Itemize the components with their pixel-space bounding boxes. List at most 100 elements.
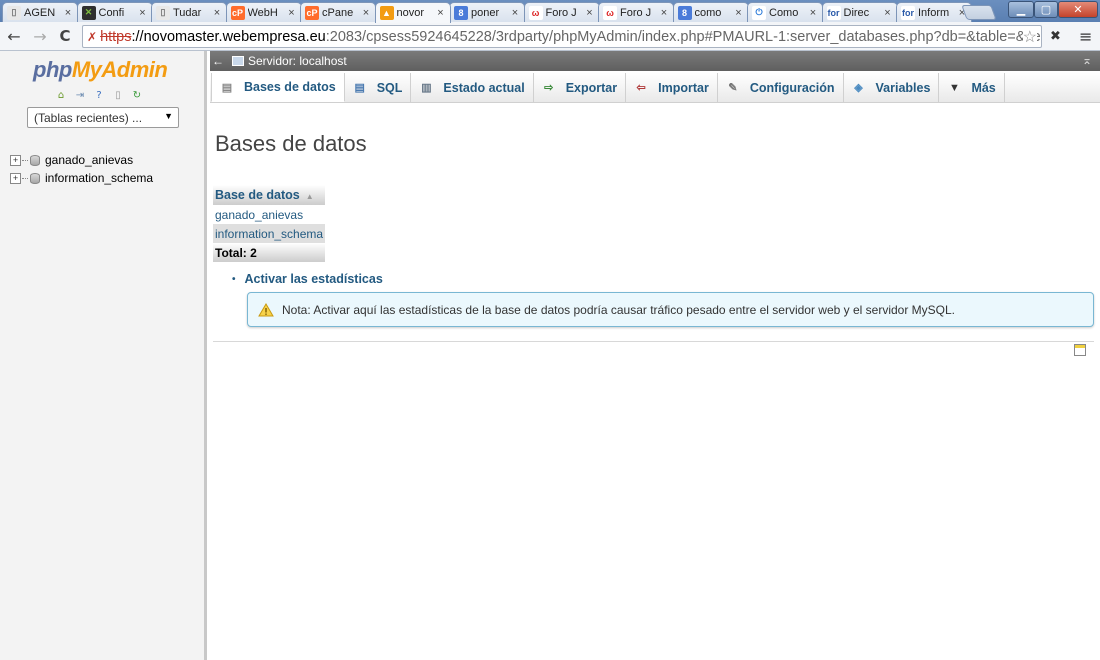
tab-label: Variables [875,80,931,95]
database-link[interactable]: information_schema [213,224,326,243]
divider [213,341,1094,342]
tab-label: Exportar [565,80,618,95]
tab-close-icon[interactable]: × [733,7,745,19]
new-tab-button[interactable] [961,5,997,20]
tab-close-icon[interactable]: × [658,7,670,19]
page-icon: ▯ [7,5,21,20]
notice-text: Nota: Activar aquí las estadísticas de l… [282,302,956,317]
exit-icon[interactable]: ⇥ [73,88,87,102]
enable-statistics-link[interactable]: Activar las estadísticas [245,272,383,286]
page-icon: ▯ [156,5,170,20]
joomla-icon: ✕ [81,5,96,20]
variables-icon: ◈ [854,82,863,94]
tab-sql[interactable]: ▤ SQL [345,73,412,102]
close-window-button[interactable]: ✕ [1058,1,1098,18]
browser-tab[interactable]: ▲ novor × [374,2,451,23]
address-bar[interactable]: ✗ https :// novomaster.webempresa.eu :20… [82,25,1042,48]
back-button[interactable]: ← [4,26,24,46]
phpmyadmin-logo[interactable]: phpMyAdmin [33,57,168,83]
expand-icon[interactable]: + [10,154,21,166]
tab-title: cPane [322,6,354,19]
tab-status[interactable]: ▥ Estado actual [411,73,534,102]
tab-more[interactable]: ▼ Más [939,73,1005,102]
insecure-lock-icon[interactable]: ✗ [87,30,97,44]
forum-icon: for [826,5,841,20]
server-icon [232,56,244,66]
tab-title: Como [769,6,799,19]
forum-icon: for [901,5,915,20]
console-icon[interactable] [1074,344,1086,356]
browser-tab[interactable]: 8 como × [672,2,749,22]
tree-db-label[interactable]: information_schema [45,171,153,185]
tab-database[interactable]: ▤ Bases de datos [211,73,345,102]
notice-box: Nota: Activar aquí las estadísticas de l… [247,292,1094,327]
help-icon[interactable]: ? [92,88,106,102]
back-arrow-icon: ← [7,26,21,46]
recent-tables-select[interactable]: (Tablas recientes) ... ▼ [27,107,179,128]
database-icon [30,172,40,184]
tab-close-icon[interactable]: × [62,7,74,19]
tab-label: SQL [376,80,403,95]
logo-myadmin: MyAdmin [71,57,168,82]
browser-tab[interactable]: ω Foro J × [523,2,600,22]
column-header-database[interactable]: Base de datos ▲ [213,185,326,205]
expand-icon[interactable]: + [10,172,21,184]
browser-tab[interactable]: for Direc × [821,2,898,22]
reload-icon[interactable]: ↻ [130,88,144,102]
browser-tab[interactable]: cP cPane × [300,2,376,22]
forward-button[interactable]: → [30,26,50,46]
tab-close-icon[interactable]: × [807,7,819,19]
browser-tab[interactable]: cP WebH × [225,2,302,22]
tab-title: como [694,6,722,19]
reload-button[interactable]: C [55,26,75,46]
bookmark-star-icon[interactable]: ☆ [1022,27,1037,47]
tab-label: Importar [658,80,709,95]
tree-line [22,159,28,161]
browser-tab[interactable]: ▯ Tudar × [151,2,227,22]
collapse-panel-icon[interactable]: ← [210,54,226,68]
tab-close-icon[interactable]: × [286,7,298,19]
tab-close-icon[interactable]: × [211,7,223,19]
tree-item-db[interactable]: + information_schema [10,171,153,185]
server-breadcrumb-bar: ← Servidor: localhost ⌅ [210,51,1100,71]
maximize-button[interactable]: ▢ [1034,1,1058,18]
tab-close-icon[interactable]: × [882,7,894,19]
browser-tab[interactable]: for Inform × [896,2,972,22]
browser-tab[interactable]: ✕ Confi × [76,2,153,22]
tab-close-icon[interactable]: × [137,7,149,19]
tab-label: Configuración [749,80,835,95]
power-icon: ⏻ [752,5,766,20]
logo-php: php [33,57,72,82]
tab-close-icon[interactable]: × [360,7,372,19]
tab-wrench[interactable]: ✎ Configuración [718,73,844,102]
extension-icon[interactable]: ✖ [1050,29,1061,44]
server-breadcrumb[interactable]: Servidor: localhost [248,54,347,68]
tab-close-icon[interactable]: × [584,7,596,19]
browser-tab[interactable]: ▯ AGEN × [2,2,78,22]
database-link[interactable]: ganado_anievas [213,205,326,224]
more-icon: ▼ [948,81,960,94]
tab-variables[interactable]: ◈ Variables [844,73,940,102]
collapse-top-icon[interactable]: ⌅ [1082,53,1092,67]
browser-tab[interactable]: 8 poner × [449,2,525,22]
browser-tab[interactable]: ω Foro J × [598,2,674,22]
table-row: information_schema [213,224,326,243]
docs-icon[interactable]: ▯ [111,88,125,102]
tab-close-icon[interactable]: × [435,7,447,19]
browser-tab[interactable]: ⏻ Como × [747,2,823,22]
warning-icon [258,302,274,316]
tab-export[interactable]: ⇨ Exportar [534,73,627,102]
minimize-button[interactable]: ▁ [1008,1,1034,18]
tree-item-db[interactable]: + ganado_anievas [10,153,133,167]
main-content: ← Servidor: localhost ⌅ ▤ Bases de datos ▤… [210,51,1100,660]
w-icon: ω [603,5,617,20]
browser-menu-icon[interactable]: ≡ [1079,27,1092,46]
tab-import[interactable]: ⇦ Importar [626,73,718,102]
tree-db-label[interactable]: ganado_anievas [45,153,133,167]
tab-close-icon[interactable]: × [509,7,521,19]
tab-title: WebH [247,6,278,19]
dropdown-arrow-icon: ▼ [164,111,173,121]
databases-table: Base de datos ▲ ganado_anievas informatio… [213,185,326,262]
table-row: ganado_anievas [213,205,326,224]
home-icon[interactable]: ⌂ [54,88,68,102]
